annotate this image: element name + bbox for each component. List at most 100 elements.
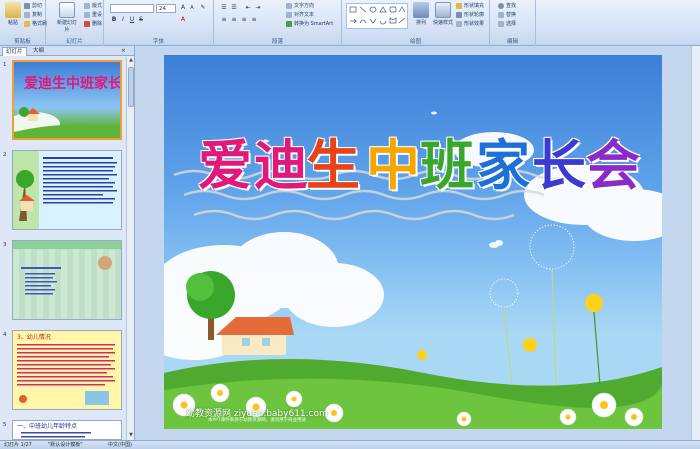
tab-slides[interactable]: 幻灯片 — [2, 47, 27, 56]
paste-icon — [5, 2, 21, 18]
scroll-down-icon[interactable]: ▼ — [127, 432, 135, 440]
font-name-input[interactable] — [110, 4, 154, 13]
increase-indent-button[interactable]: ⇥ — [254, 4, 262, 12]
new-slide-button[interactable]: 新建幻灯片 — [56, 2, 78, 33]
shape-effects-button[interactable]: 形状效果 — [456, 20, 484, 28]
drawing-group-label: 绘图 — [409, 39, 421, 45]
decrease-indent-button[interactable]: ⇤ — [244, 4, 252, 12]
status-slide-info: 幻灯片 1/27 — [4, 442, 32, 448]
thumb3-art — [13, 241, 121, 295]
scroll-up-icon[interactable]: ▲ — [127, 57, 135, 65]
thumbnail-scrollbar[interactable]: ▲ ▼ — [126, 57, 134, 440]
numbering-button[interactable]: ☰ — [230, 4, 238, 12]
paste-button[interactable]: 粘贴 — [2, 2, 24, 26]
quick-styles-button[interactable]: 快速样式 — [432, 2, 454, 26]
paragraph-group: ☰ ☰ ⇤ ⇥ ≡ ≡ ≡ ≡ 文字方向 对齐文本 转换为 SmartArt 段… — [214, 0, 342, 46]
slide-watermark-small: 本PPT课件来源于幼教资源网，请勿用于商业用途 — [208, 418, 307, 423]
svg-text:3、幼儿情况: 3、幼儿情况 — [17, 333, 51, 341]
grow-font-button[interactable]: A — [179, 4, 187, 12]
slide-title[interactable]: 爱 迪 生 中 班 家 长 会 — [164, 55, 662, 255]
thumb-number: 5 — [3, 422, 7, 428]
shape-fill-button[interactable]: 形状填充 — [456, 2, 484, 10]
underline-button[interactable]: U — [128, 16, 136, 24]
thumbnail-slide-1[interactable]: 爱迪生中班家长会 — [12, 60, 122, 140]
align-left-button[interactable]: ≡ — [220, 16, 228, 24]
title-char: 迪 — [254, 133, 308, 197]
delete-button[interactable]: 删除 — [84, 20, 102, 28]
align-text-button[interactable]: 对齐文本 — [286, 11, 314, 19]
smartart-icon — [286, 20, 292, 27]
clipboard-group: 粘贴 剪切 复制 格式刷 剪贴板 — [0, 0, 47, 46]
clear-format-button[interactable]: ✎ — [199, 4, 207, 12]
thumbnail-slide-5[interactable]: 一、中班幼儿年龄特点 — [12, 420, 122, 440]
thumb2-art — [13, 151, 117, 229]
arrange-icon — [413, 2, 429, 18]
scissors-icon — [24, 2, 30, 9]
thumbnail-slide-3[interactable] — [12, 240, 122, 320]
close-panel-icon[interactable]: × — [118, 47, 129, 56]
slides-group-label: 幻灯片 — [66, 39, 83, 45]
slide-canvas[interactable]: 爱 迪 生 中 班 家 长 会 幼教资源网 ziyuan.baby611.com… — [164, 55, 662, 429]
svg-text:一、中班幼儿年龄特点: 一、中班幼儿年龄特点 — [17, 422, 77, 430]
font-color-button[interactable]: A — [179, 16, 187, 24]
align-right-button[interactable]: ≡ — [240, 16, 248, 24]
editing-group: 查找 替换 选择 编辑 — [490, 0, 536, 46]
paragraph-group-label: 段落 — [271, 39, 283, 45]
format-painter-button[interactable]: 格式刷 — [24, 20, 47, 28]
title-char: 爱 — [198, 133, 252, 197]
strikethrough-button[interactable]: S — [137, 16, 145, 24]
thumb5-art: 一、中班幼儿年龄特点 — [17, 422, 91, 438]
text-direction-icon — [286, 2, 292, 9]
select-button[interactable]: 选择 — [498, 20, 516, 28]
clipboard-group-label: 剪贴板 — [14, 39, 31, 45]
title-char: 长 — [532, 133, 586, 197]
new-slide-icon — [59, 2, 75, 18]
slide-scrollbar[interactable] — [691, 46, 700, 440]
thumb-number: 4 — [3, 332, 7, 338]
align-center-button[interactable]: ≡ — [230, 16, 238, 24]
italic-button[interactable]: I — [119, 16, 127, 24]
replace-button[interactable]: 替换 — [498, 11, 516, 19]
thumb-number: 3 — [3, 242, 7, 248]
thumb-number: 2 — [3, 152, 7, 158]
magnifier-icon — [498, 2, 504, 9]
ribbon: 粘贴 剪切 复制 格式刷 剪贴板 新建幻灯片 版式 重设 删除 幻灯片 24 A… — [0, 0, 700, 46]
drawing-group: 排列 快速样式 形状填充 形状轮廓 形状效果 绘图 — [342, 0, 490, 46]
thumb4-art: 3、幼儿情况 — [17, 333, 115, 405]
panel-tabs: 幻灯片 大纲 × — [0, 46, 134, 56]
font-size-input[interactable]: 24 — [156, 4, 176, 13]
shrink-font-button[interactable]: A — [188, 4, 196, 12]
font-group-label: 字体 — [152, 39, 164, 45]
editing-group-label: 编辑 — [506, 39, 518, 45]
smartart-button[interactable]: 转换为 SmartArt — [286, 20, 333, 28]
shapes-gallery-icons — [349, 6, 406, 25]
font-group: 24 A A ✎ B I U S A 字体 — [104, 0, 214, 46]
copy-button[interactable]: 复制 — [24, 11, 42, 19]
scrollbar-thumb[interactable] — [128, 67, 134, 107]
replace-icon — [498, 11, 504, 18]
align-text-icon — [286, 11, 292, 18]
bullets-button[interactable]: ☰ — [220, 4, 228, 12]
layout-button[interactable]: 版式 — [84, 2, 102, 10]
status-theme: "默认设计模板" — [48, 442, 83, 448]
paint-bucket-icon — [456, 2, 462, 9]
quick-styles-icon — [435, 2, 451, 18]
shape-outline-button[interactable]: 形状轮廓 — [456, 11, 484, 19]
pen-icon — [456, 11, 462, 18]
justify-button[interactable]: ≡ — [250, 16, 258, 24]
thumbnail-slide-2[interactable] — [12, 150, 122, 230]
status-language: 中文(中国) — [108, 442, 132, 448]
arrange-button[interactable]: 排列 — [410, 2, 432, 26]
text-direction-button[interactable]: 文字方向 — [286, 2, 314, 10]
cut-button[interactable]: 剪切 — [24, 2, 42, 10]
effects-icon — [456, 20, 462, 27]
thumbnail-slide-4[interactable]: 3、幼儿情况 — [12, 330, 122, 410]
reset-button[interactable]: 重设 — [84, 11, 102, 19]
bold-button[interactable]: B — [110, 16, 118, 24]
shapes-gallery[interactable] — [346, 3, 408, 29]
svg-text:爱迪生中班家长会: 爱迪生中班家长会 — [24, 75, 120, 92]
tab-outline[interactable]: 大纲 — [30, 47, 47, 56]
copy-icon — [24, 11, 30, 18]
find-button[interactable]: 查找 — [498, 2, 516, 10]
reset-icon — [84, 11, 90, 18]
